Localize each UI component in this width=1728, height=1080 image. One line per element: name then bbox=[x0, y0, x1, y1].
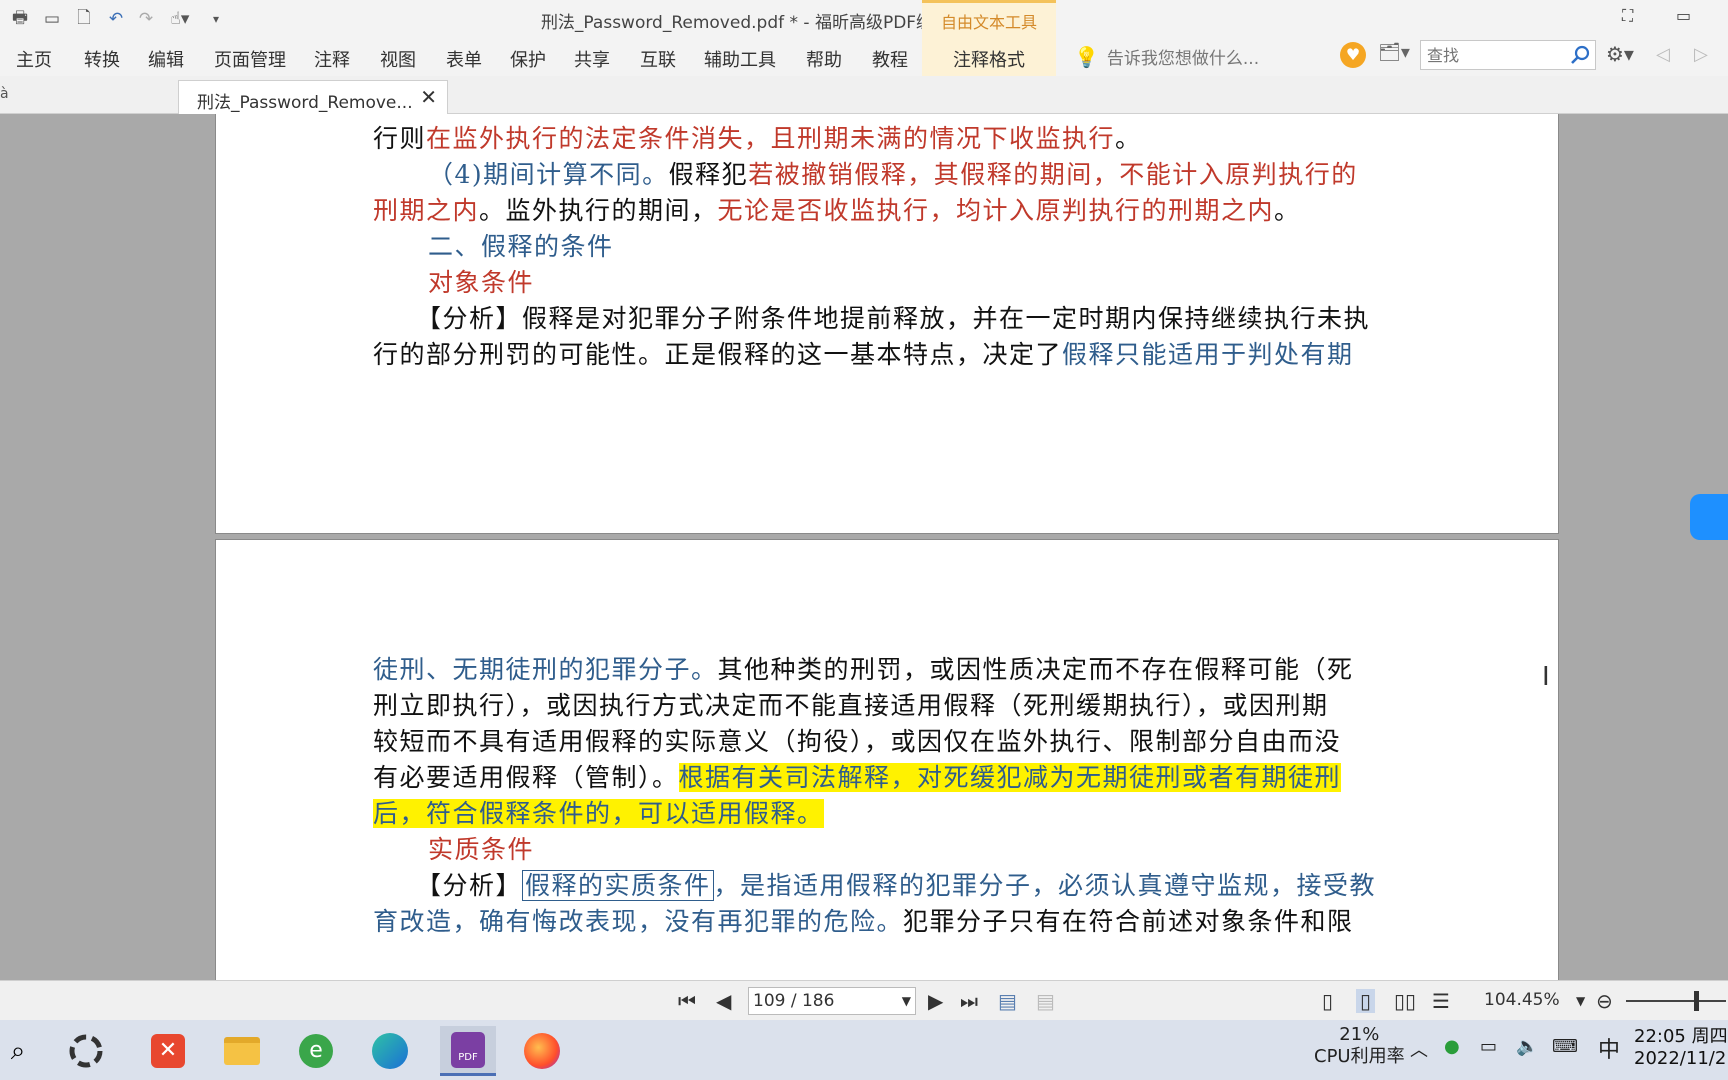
tab-convert[interactable]: 转换 bbox=[84, 46, 120, 72]
fullscreen-icon[interactable]: ⛶ bbox=[1622, 6, 1633, 26]
app-swirl-icon[interactable] bbox=[58, 1026, 114, 1076]
text-cursor-icon: I bbox=[1542, 662, 1550, 692]
context-tab-header: 自由文本工具 bbox=[922, 0, 1056, 38]
first-page-icon[interactable]: ⏮ bbox=[678, 989, 696, 1013]
heart-icon[interactable]: ♥ bbox=[1340, 42, 1366, 68]
document-tab-bar: à 刑法_Password_Remove... ✕ bbox=[0, 76, 1728, 114]
zoom-level[interactable]: 104.45% bbox=[1484, 990, 1560, 1010]
zoom-slider-thumb[interactable] bbox=[1694, 991, 1699, 1011]
text-line: （4)期间计算不同。假释犯若被撤销假释，其假释的期间，不能计入原判执行的 bbox=[428, 160, 1358, 189]
text-line: 较短而不具有适用假释的实际意义（拘役），或因仅在监外执行、限制部分自由而没 bbox=[373, 727, 1342, 756]
window-title: 刑法_Password_Removed.pdf * - 福昕高级PDF编辑器 bbox=[540, 13, 968, 33]
highlight-annotation[interactable]: 根据有关司法解释，对死缓犯减为无期徒刑或者有期徒刑 bbox=[678, 763, 1342, 792]
volume-icon[interactable]: 🔈 bbox=[1516, 1036, 1538, 1057]
cpu-usage-widget: 21% CPU利用率 bbox=[1314, 1024, 1405, 1067]
tab-home[interactable]: 主页 bbox=[16, 46, 52, 72]
continuous-page-icon[interactable]: ▯ bbox=[1356, 989, 1376, 1013]
wps-office-icon[interactable]: ✕ bbox=[140, 1026, 196, 1076]
tab-help[interactable]: 帮助 bbox=[806, 46, 842, 72]
pdf-page-109: 徒刑、无期徒刑的犯罪分子。其他种类的刑罚，或因性质决定而不存在假释可能（死 刑立… bbox=[215, 539, 1559, 980]
tab-accessibility[interactable]: 辅助工具 bbox=[704, 46, 776, 72]
text-line: 行的部分刑罚的可能性。正是假释的这一基本特点，决定了假释只能适用于判处有期 bbox=[373, 340, 1354, 369]
firefox-icon[interactable] bbox=[514, 1026, 570, 1076]
tab-page-management[interactable]: 页面管理 bbox=[214, 46, 286, 72]
facing-page-icon[interactable]: ▯▯ bbox=[1394, 989, 1416, 1013]
free-text-box[interactable]: 假释的实质条件 bbox=[522, 870, 714, 901]
tab-comment-format[interactable]: 注释格式 bbox=[922, 38, 1056, 76]
search-input[interactable] bbox=[1421, 41, 1561, 69]
tab-protect[interactable]: 保护 bbox=[510, 46, 546, 72]
nav-forward-icon[interactable]: ▷ bbox=[1694, 44, 1708, 65]
edge-browser-icon[interactable] bbox=[362, 1026, 418, 1076]
text-line: 行则在监外执行的法定条件消失，且刑期未满的情况下收监执行。 bbox=[373, 124, 1142, 153]
undo-icon[interactable]: ↶ bbox=[104, 8, 128, 30]
foxit-pdf-icon[interactable]: PDF bbox=[440, 1026, 496, 1076]
redo-icon[interactable]: ↷ bbox=[134, 8, 158, 30]
keyboard-icon[interactable]: ⌨ bbox=[1552, 1036, 1578, 1057]
tab-share[interactable]: 共享 bbox=[574, 46, 610, 72]
text-line: 徒刑、无期徒刑的犯罪分子。其他种类的刑罚，或因性质决定而不存在假释可能（死 bbox=[373, 655, 1354, 684]
section-heading: 二、假释的条件 bbox=[428, 232, 614, 261]
close-tab-icon[interactable]: ✕ bbox=[420, 85, 437, 109]
previous-page-icon[interactable]: ◀ bbox=[716, 989, 731, 1013]
text-line: 刑立即执行），或因执行方式决定而不能直接适用假释（死刑缓期执行），或因刑期 bbox=[373, 691, 1329, 720]
pdf-page-108: 行则在监外执行的法定条件消失，且刑期未满的情况下收监执行。 （4)期间计算不同。… bbox=[215, 114, 1559, 534]
document-viewport[interactable]: 行则在监外执行的法定条件消失，且刑期未满的情况下收监执行。 （4)期间计算不同。… bbox=[0, 114, 1728, 980]
tab-comment[interactable]: 注释 bbox=[314, 46, 350, 72]
previous-tab-fragment[interactable]: à bbox=[0, 86, 9, 102]
zoom-slider[interactable] bbox=[1626, 1000, 1726, 1002]
text-line: 【分析】假释是对犯罪分子附条件地提前释放，并在一定时期内保持继续执行未执 bbox=[416, 304, 1371, 333]
page-navigation-bar: ⏮ ◀ 109 / 186 ▼ ▶ ⏭ ▤ ▤ ▯ ▯ ▯▯ ☰ 104.45% … bbox=[0, 980, 1728, 1020]
next-page-icon[interactable]: ▶ bbox=[928, 989, 943, 1013]
file-explorer-icon[interactable] bbox=[214, 1026, 270, 1076]
text-line: 刑期之内。监外执行的期间，无论是否收监执行，均计入原判执行的刑期之内。 bbox=[373, 196, 1301, 225]
browser-e-icon[interactable]: e bbox=[288, 1026, 344, 1076]
page-number-input[interactable]: 109 / 186 ▼ bbox=[748, 987, 916, 1015]
find-folder-icon[interactable]: 🗂▾ bbox=[1378, 42, 1410, 63]
subsection-heading: 实质条件 bbox=[428, 835, 535, 864]
new-doc-icon[interactable]: 🗋 bbox=[72, 8, 96, 30]
search-icon[interactable]: ⌕ bbox=[0, 1026, 46, 1076]
side-link-icon[interactable] bbox=[1690, 494, 1728, 540]
text-line: 后，符合假释条件的，可以适用假释。 bbox=[373, 798, 824, 830]
window-icon[interactable]: ▭ bbox=[40, 8, 64, 30]
lightbulb-icon: 💡 bbox=[1074, 44, 1099, 69]
battery-icon[interactable]: ▭ bbox=[1480, 1036, 1497, 1057]
system-clock[interactable]: 22:05 周四 2022/11/2 bbox=[1634, 1026, 1728, 1070]
continuous-facing-icon[interactable]: ☰ bbox=[1432, 989, 1450, 1013]
tell-me-box[interactable]: 💡 告诉我您想做什么... bbox=[1074, 44, 1259, 70]
document-tab[interactable]: 刑法_Password_Remove... ✕ bbox=[178, 80, 448, 114]
tab-edit[interactable]: 编辑 bbox=[148, 46, 184, 72]
minimize-button[interactable]: ▭ bbox=[1676, 6, 1691, 25]
text-line: 【分析】 假释的实质条件 ，是指适用假释的犯罪分子，必须认真遵守监规，接受教 bbox=[416, 870, 1377, 901]
tray-app-icon[interactable]: ● bbox=[1444, 1036, 1460, 1057]
last-page-icon[interactable]: ⏭ bbox=[960, 989, 978, 1013]
windows-taskbar: ⌕ ✕ e PDF 21% CPU利用率 ︿ ● ▭ 🔈 ⌨ 中 22:05 周… bbox=[0, 1020, 1728, 1080]
tab-connect[interactable]: 互联 bbox=[640, 46, 676, 72]
text-line: 有必要适用假释（管制）。根据有关司法解释，对死缓犯减为无期徒刑或者有期徒刑 bbox=[373, 763, 1342, 792]
tab-form[interactable]: 表单 bbox=[446, 46, 482, 72]
ime-indicator[interactable]: 中 bbox=[1598, 1032, 1620, 1064]
text-line: 育改造，确有悔改表现，没有再犯罪的危险。犯罪分子只有在符合前述对象条件和限 bbox=[373, 907, 1354, 936]
settings-gear-icon[interactable]: ⚙▾ bbox=[1606, 42, 1634, 66]
ribbon-tabs: 主页 转换 编辑 页面管理 注释 视图 表单 保护 共享 互联 辅助工具 帮助 … bbox=[0, 38, 1728, 76]
single-page-icon[interactable]: ▯ bbox=[1322, 989, 1333, 1013]
nav-back-icon[interactable]: ◁ bbox=[1656, 44, 1670, 65]
search-box bbox=[1420, 40, 1596, 70]
zoom-dropdown-icon[interactable]: ▼ bbox=[1576, 994, 1585, 1008]
subsection-heading: 对象条件 bbox=[428, 268, 535, 297]
tab-view[interactable]: 视图 bbox=[380, 46, 416, 72]
search-icon[interactable] bbox=[1569, 44, 1591, 66]
document-tab-label: 刑法_Password_Remove... bbox=[197, 93, 413, 113]
hand-tool-icon[interactable]: ☝▾ bbox=[168, 8, 192, 30]
highlight-annotation[interactable]: 后，符合假释条件的，可以适用假释。 bbox=[373, 799, 824, 828]
page-view-icon[interactable]: ▤ bbox=[998, 989, 1017, 1013]
title-bar: 🖶 ▭ 🗋 ↶ ↷ ☝▾ ▾ 刑法_Password_Removed.pdf *… bbox=[0, 0, 1728, 38]
zoom-out-icon[interactable]: ⊖ bbox=[1596, 989, 1613, 1013]
page-view-2-icon[interactable]: ▤ bbox=[1036, 989, 1055, 1013]
print-icon[interactable]: 🖶 bbox=[8, 8, 32, 30]
tab-tutorial[interactable]: 教程 bbox=[872, 46, 908, 72]
customize-icon[interactable]: ▾ bbox=[204, 8, 228, 30]
tray-chevron-icon[interactable]: ︿ bbox=[1410, 1036, 1428, 1062]
